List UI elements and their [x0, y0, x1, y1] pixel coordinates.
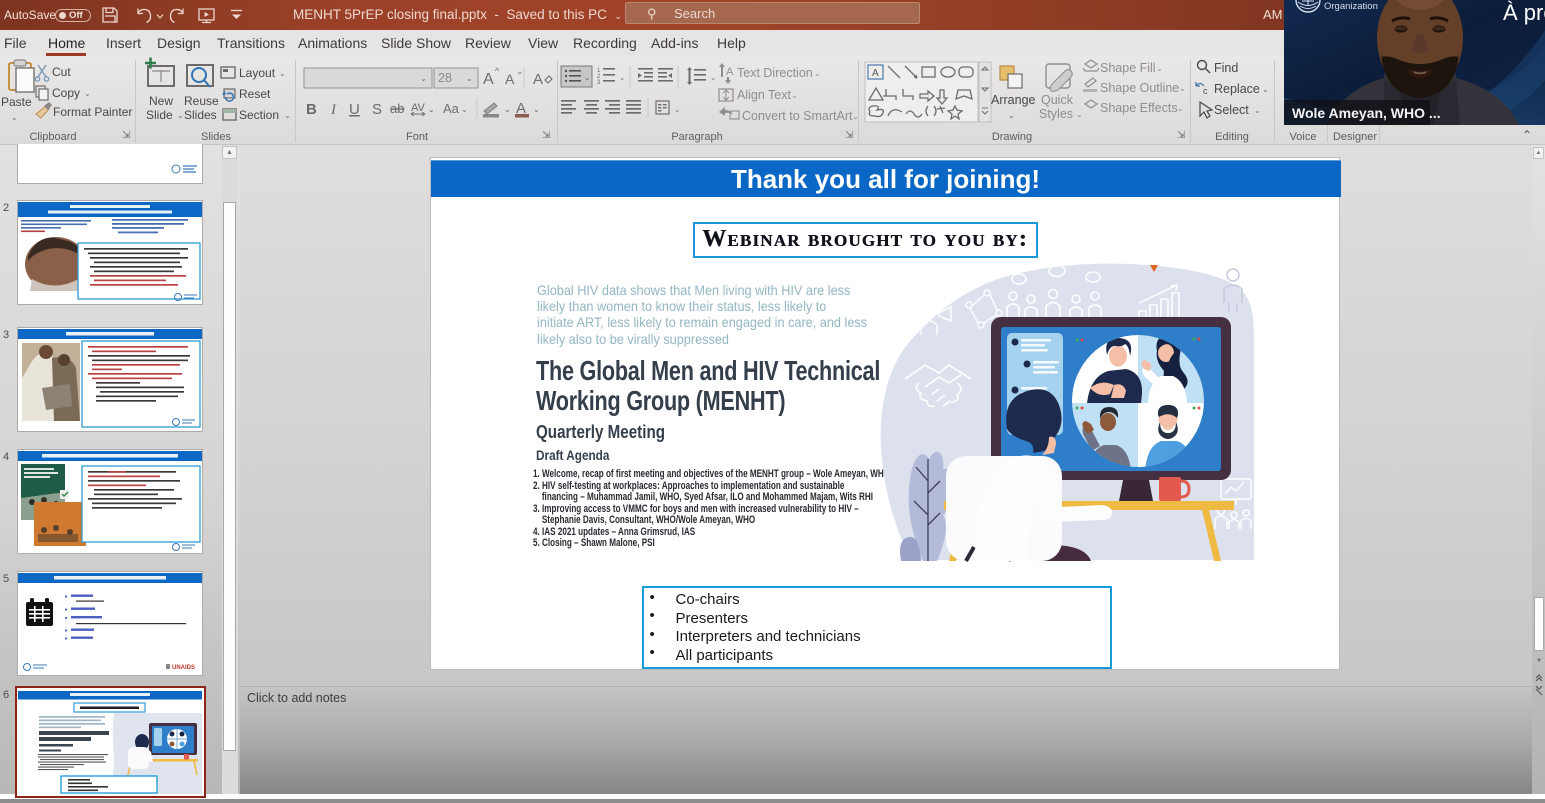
svg-text:A: A — [872, 68, 879, 79]
svg-text:Reset: Reset — [239, 87, 271, 101]
svg-text:Convert to SmartArt: Convert to SmartArt — [742, 109, 853, 123]
svg-text:Wole Ameyan, WHO ...: Wole Ameyan, WHO ... — [1292, 105, 1441, 121]
svg-text:Slide: Slide — [146, 108, 173, 122]
svg-text:Aa: Aa — [443, 101, 460, 116]
svg-text:Quick: Quick — [1041, 93, 1074, 107]
svg-text:⌄: ⌄ — [420, 74, 427, 83]
svg-text:B: B — [306, 101, 317, 118]
svg-text:Copy: Copy — [52, 86, 80, 100]
svg-text:⌄: ⌄ — [504, 105, 511, 114]
svg-text:28: 28 — [438, 71, 452, 85]
svg-text:New: New — [149, 94, 173, 108]
svg-text:Replace: Replace — [1214, 82, 1260, 96]
svg-text:⌄: ⌄ — [1262, 85, 1269, 94]
svg-text:Paste: Paste — [1, 95, 32, 109]
svg-text:Section: Section — [239, 108, 279, 122]
svg-text:^: ^ — [495, 66, 500, 76]
svg-text:ab: ab — [390, 101, 404, 116]
svg-text:Find: Find — [1214, 61, 1238, 75]
svg-text:Organization: Organization — [1324, 1, 1378, 12]
svg-text:U: U — [349, 101, 360, 118]
svg-text:⌄: ⌄ — [279, 69, 286, 78]
svg-text:A: A — [483, 71, 494, 88]
svg-text:⌄: ⌄ — [619, 73, 625, 82]
svg-text:Cut: Cut — [52, 65, 71, 79]
svg-text:Arrange: Arrange — [991, 93, 1036, 107]
svg-text:⌄: ⌄ — [11, 113, 18, 122]
svg-text:⌄: ⌄ — [710, 73, 716, 82]
svg-text:⌄: ⌄ — [284, 111, 291, 120]
svg-text:⌄: ⌄ — [1008, 111, 1015, 120]
svg-text:⌄: ⌄ — [1254, 106, 1261, 115]
svg-text:⌄: ⌄ — [674, 105, 680, 114]
svg-text:Format Painter: Format Painter — [53, 105, 132, 119]
svg-text:⌄: ⌄ — [791, 91, 798, 100]
svg-text:c: c — [1203, 86, 1208, 96]
svg-text:S: S — [372, 101, 382, 118]
svg-text:Align Text: Align Text — [737, 88, 791, 102]
svg-text:⌄: ⌄ — [428, 105, 435, 114]
svg-text:⌄: ⌄ — [584, 73, 590, 82]
svg-text:A: A — [726, 66, 734, 78]
svg-text:⌄: ⌄ — [466, 74, 473, 83]
svg-text:⌄: ⌄ — [1156, 64, 1163, 73]
svg-text:⌄: ⌄ — [852, 112, 859, 121]
svg-text:A: A — [533, 71, 543, 88]
svg-text:⌄: ⌄ — [1076, 110, 1083, 119]
svg-text:Text Direction: Text Direction — [737, 66, 813, 80]
svg-text:⌄: ⌄ — [177, 111, 184, 120]
svg-text:⌄: ⌄ — [516, 66, 524, 76]
svg-text:3: 3 — [597, 80, 601, 86]
svg-text:⌄: ⌄ — [1177, 104, 1184, 113]
svg-text:⌄: ⌄ — [461, 105, 468, 114]
svg-text:Shape Outline: Shape Outline — [1100, 81, 1179, 95]
svg-text:À pro: À pro — [1503, 0, 1545, 25]
svg-text:A: A — [505, 71, 515, 87]
svg-text:Reuse: Reuse — [184, 94, 219, 108]
svg-text:⌄: ⌄ — [814, 69, 821, 78]
svg-text:Styles: Styles — [1039, 107, 1073, 121]
svg-text:Shape Fill: Shape Fill — [1100, 61, 1156, 75]
svg-text:UNAIDS: UNAIDS — [172, 665, 195, 671]
svg-text:Shape Effects: Shape Effects — [1100, 101, 1178, 115]
svg-text:Slides: Slides — [184, 108, 217, 122]
svg-text:Select: Select — [1214, 103, 1249, 117]
svg-text:⌄: ⌄ — [1179, 84, 1186, 93]
svg-text:I: I — [330, 102, 337, 118]
svg-text:⌄: ⌄ — [533, 105, 540, 114]
svg-text:Layout: Layout — [239, 66, 276, 80]
svg-text:⌄: ⌄ — [84, 89, 91, 98]
